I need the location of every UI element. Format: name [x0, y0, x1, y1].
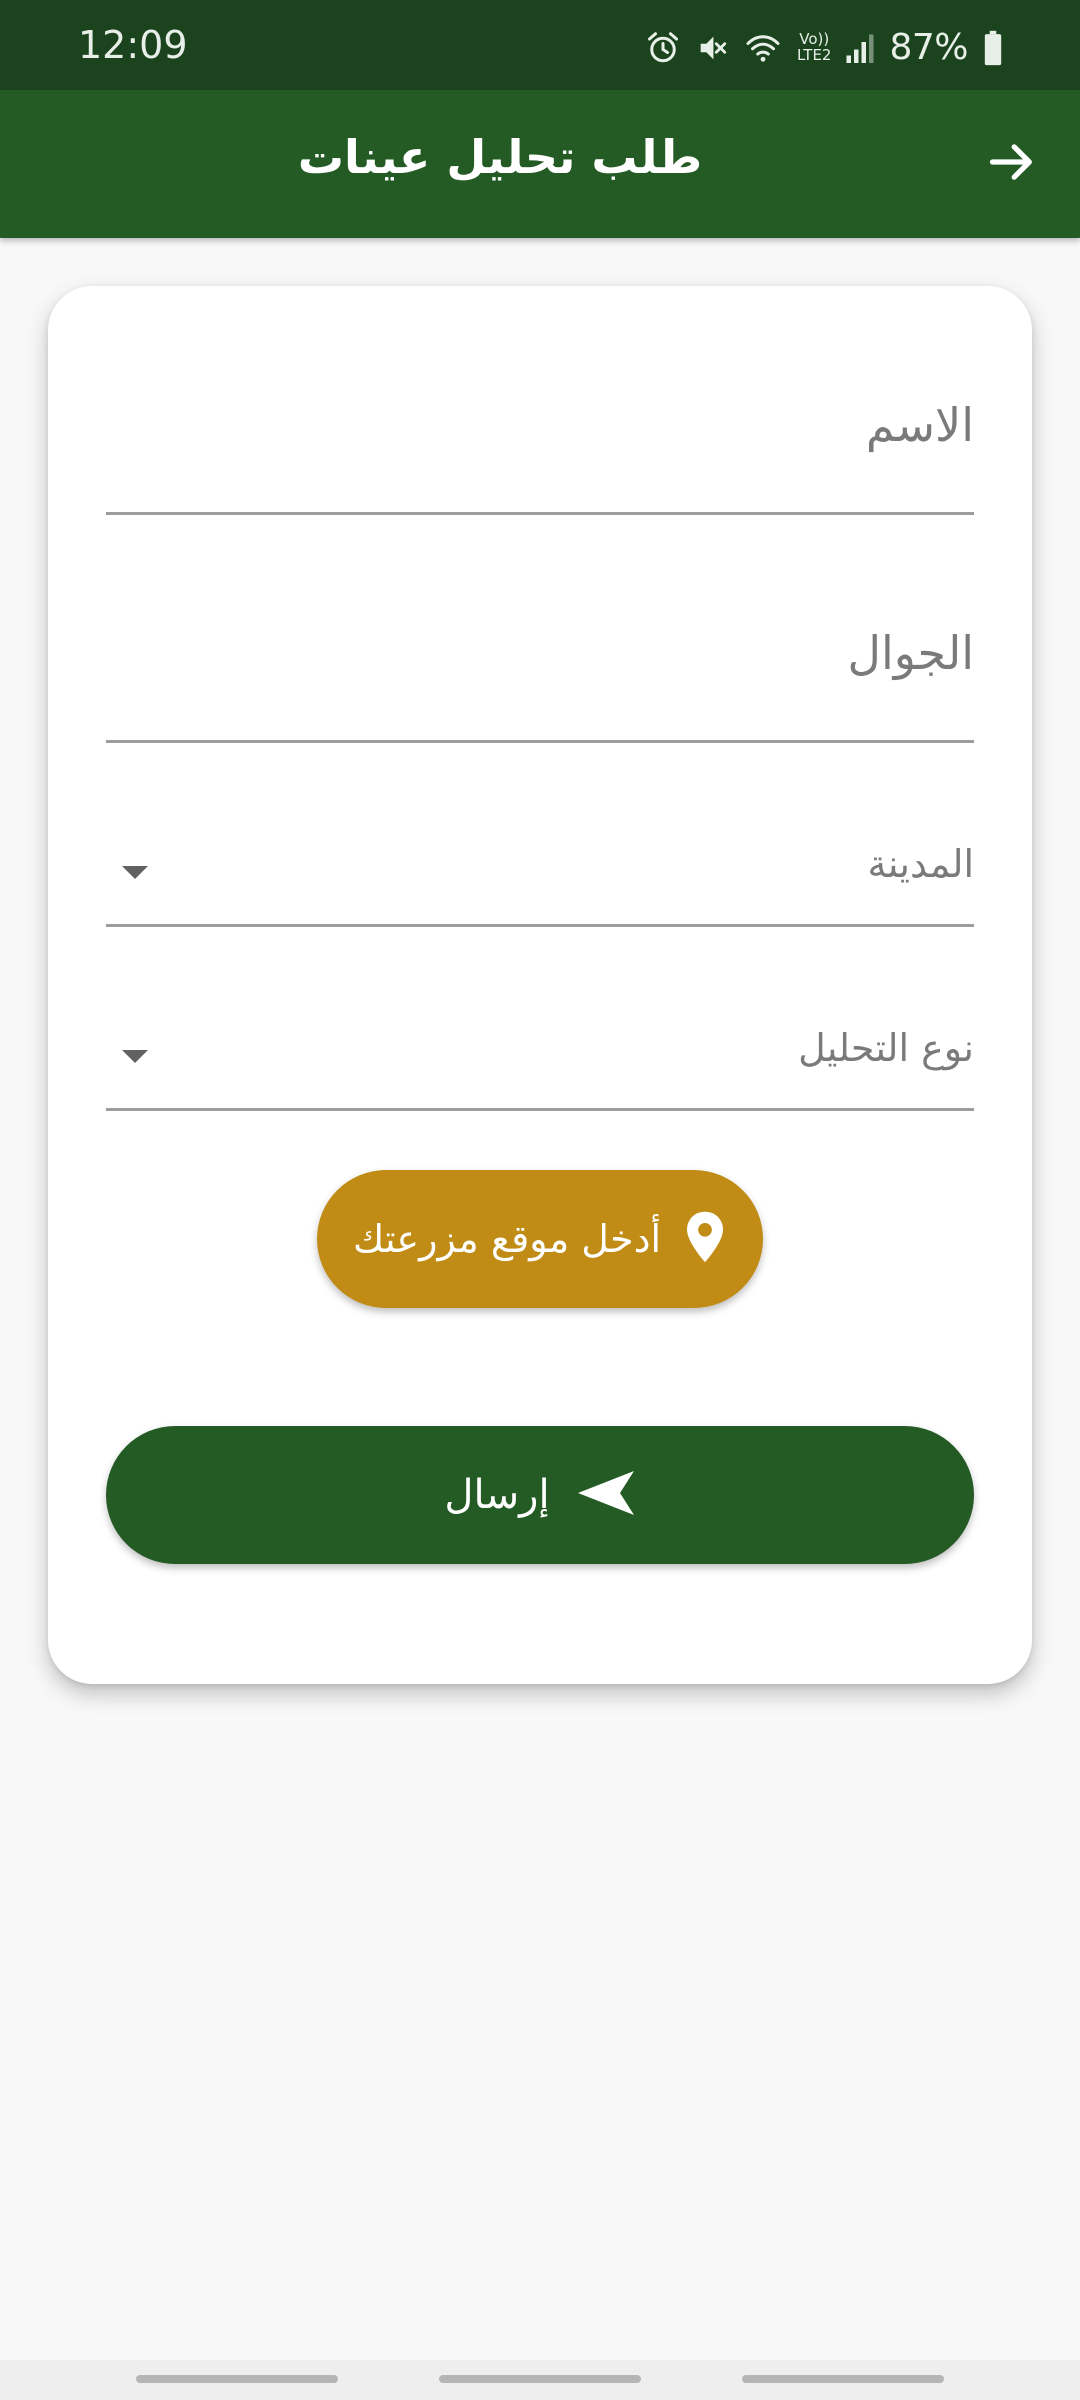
- phone-field-label: الجوال: [847, 626, 974, 680]
- signal-icon: [845, 30, 875, 66]
- name-field[interactable]: الاسم: [106, 386, 974, 515]
- status-bar: 12:09 Vo)) LTE2 87%: [0, 0, 1080, 90]
- nav-recents-button[interactable]: [136, 2375, 338, 2383]
- lte-label: LTE2: [797, 46, 832, 64]
- form-card: الاسم الجوال المدينة نوع التحليل أدخل مو…: [48, 286, 1032, 1684]
- back-button[interactable]: [982, 134, 1042, 194]
- city-dropdown[interactable]: المدينة: [106, 812, 974, 927]
- phone-field[interactable]: الجوال: [106, 614, 974, 743]
- wifi-icon: [743, 30, 783, 66]
- alarm-icon: [645, 30, 681, 66]
- send-icon: [576, 1468, 636, 1522]
- page-title: طلب تحليل عينات: [297, 130, 703, 184]
- city-dropdown-label: المدينة: [867, 842, 974, 886]
- analysis-type-dropdown-label: نوع التحليل: [798, 1026, 974, 1070]
- submit-button-label: إرسال: [444, 1472, 550, 1518]
- vibrate-mute-icon: [695, 30, 729, 66]
- name-field-label: الاسم: [865, 398, 974, 452]
- farm-location-button-label: أدخل موقع مزرعتك: [352, 1217, 662, 1261]
- battery-percentage: 87%: [889, 27, 968, 68]
- nav-home-button[interactable]: [439, 2375, 641, 2383]
- system-navigation-bar: [0, 2360, 1080, 2400]
- farm-location-button[interactable]: أدخل موقع مزرعتك: [317, 1170, 763, 1308]
- submit-button[interactable]: إرسال: [106, 1426, 974, 1564]
- app-bar: طلب تحليل عينات: [0, 90, 1080, 238]
- status-icons: Vo)) LTE2 87%: [645, 28, 1004, 68]
- dropdown-arrow-icon: [122, 1050, 148, 1063]
- volte-lte2-icon: Vo)) LTE2: [797, 31, 832, 64]
- battery-icon: [982, 30, 1004, 66]
- map-pin-icon: [683, 1210, 727, 1268]
- nav-back-button[interactable]: [742, 2375, 944, 2383]
- analysis-type-dropdown[interactable]: نوع التحليل: [106, 996, 974, 1111]
- dropdown-arrow-icon: [122, 866, 148, 879]
- status-time: 12:09: [78, 23, 188, 67]
- arrow-right-icon: [986, 136, 1038, 192]
